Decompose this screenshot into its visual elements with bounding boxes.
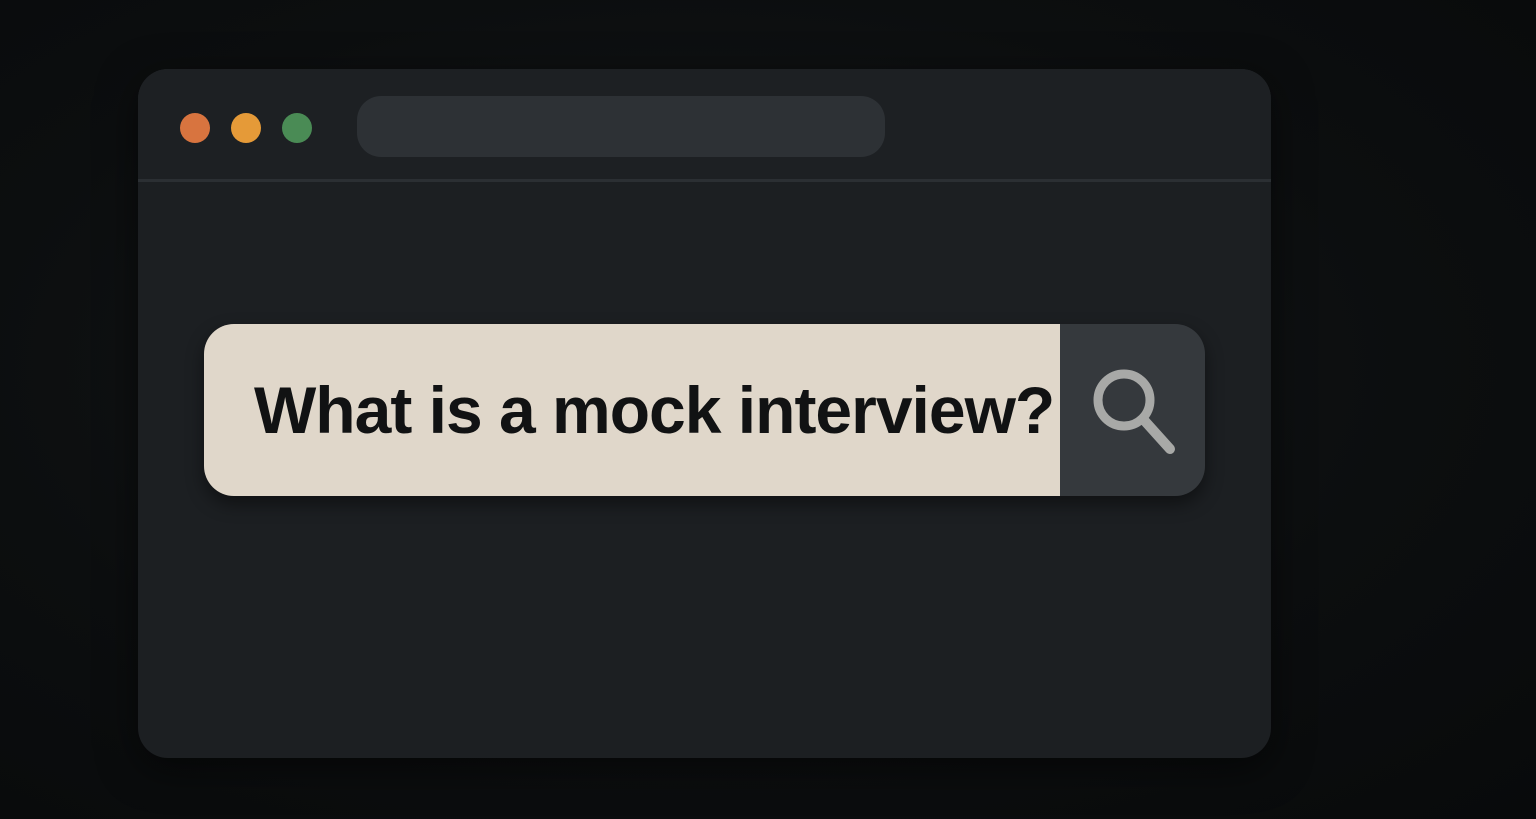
maximize-window-dot[interactable] (282, 113, 312, 143)
search-button[interactable] (1060, 324, 1205, 496)
browser-window: What is a mock interview? (138, 69, 1271, 758)
search-icon (1093, 369, 1175, 454)
close-window-dot[interactable] (180, 113, 210, 143)
address-bar[interactable] (357, 96, 885, 157)
scene-background: What is a mock interview? (0, 0, 1536, 819)
minimize-window-dot[interactable] (231, 113, 261, 143)
search-bar: What is a mock interview? (204, 324, 1205, 496)
title-bar (138, 69, 1271, 182)
search-input[interactable]: What is a mock interview? (204, 324, 1060, 496)
